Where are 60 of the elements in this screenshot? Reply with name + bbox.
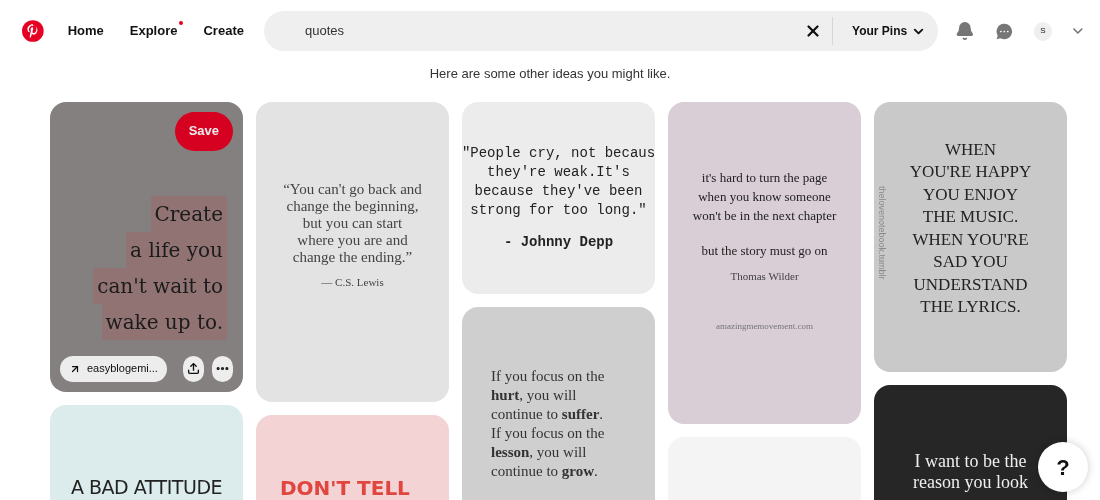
quote-author: - Johnny Depp — [503, 232, 614, 252]
quote-line: If you focus on the — [491, 423, 605, 443]
quote-line: “You can't go back and — [283, 180, 422, 198]
quote-author: Thomas Wilder — [730, 268, 799, 284]
search-field[interactable]: quotes Your Pins — [263, 11, 939, 51]
share-button[interactable] — [182, 355, 204, 382]
quote-line: strong for too long." — [469, 200, 648, 220]
help-button[interactable]: ? — [1038, 442, 1088, 492]
quote-line: A BAD ATTITUDE — [70, 474, 223, 500]
pin-card[interactable]: WHEN YOU'RE HAPPY YOU ENJOY THE MUSIC. WHEN YOU'RE SAD YOU UNDERSTAND THE LYRICS. thelovenotebook.tumblr — [874, 101, 1067, 372]
pin-card[interactable]: “You can't go back and change the beginning, but you can start where you are and change the ending.” — C.S. Lewis — [256, 101, 449, 402]
quote-line: change the beginning, — [285, 197, 420, 215]
quote-line: DON'T TELL — [280, 474, 410, 500]
pin-card[interactable]: Save Create a life you can't wait to wake up to. easyblogemi... — [50, 101, 243, 392]
message-text: Here are some other ideas you might like. — [428, 65, 672, 83]
quote-line: but the story must go on — [701, 241, 828, 260]
quote-line: hurt, you will — [491, 385, 578, 405]
pin-card[interactable]: If you focus on the hurt, you will continue to suffer. If you focus on the lesson, you will continue to grow. — [462, 306, 655, 500]
quote-line: WHEN — [944, 138, 997, 161]
quote-line: change the ending.” — [291, 248, 414, 266]
quote-line: YOU ENJOY — [922, 183, 1019, 206]
share-icon — [186, 362, 200, 375]
scope-dropdown[interactable]: Your Pins — [852, 22, 927, 40]
quote-line: If you focus on the — [491, 366, 605, 386]
quote-line: WHEN YOU'RE — [911, 228, 1030, 251]
quote-author: — C.S. Lewis — [321, 274, 384, 290]
quote-line: I want to be the — [913, 450, 1028, 472]
quote-line: they're weak.It's — [486, 162, 631, 182]
quote-line: lesson, you will — [491, 442, 588, 462]
quote-line: but you can start — [301, 214, 404, 232]
link-chip[interactable]: easyblogemi... — [60, 355, 167, 382]
quote-line: THE MUSIC. — [921, 206, 1020, 228]
avatar[interactable]: S — [1033, 21, 1053, 41]
quote-line: continue to suffer. — [491, 404, 605, 424]
quote-line: when you know someone — [697, 187, 832, 206]
save-button[interactable]: Save — [174, 111, 233, 151]
quote-line: where you are and — [296, 231, 409, 249]
search-value: quotes — [304, 22, 345, 41]
source-text: amazingmemovement.com — [715, 320, 814, 333]
nav-link[interactable]: Home — [67, 21, 104, 41]
nav-link[interactable]: Explore — [129, 21, 178, 41]
logo-icon[interactable] — [22, 20, 44, 42]
quote-line: THE LYRICS. — [919, 296, 1022, 318]
quote-line: SAD YOU — [932, 251, 1009, 273]
quote-line: YOU'RE HAPPY — [909, 161, 1032, 183]
more-button[interactable] — [211, 355, 233, 382]
quote-line: UNDERSTAND — [912, 273, 1029, 296]
quote-line: "People cry, not becaus — [462, 143, 655, 163]
bell-icon[interactable] — [955, 21, 975, 41]
pin-card[interactable]: A BAD ATTITUDE — [50, 404, 243, 500]
chat-icon[interactable] — [993, 20, 1015, 42]
quote-line: it's hard to turn the page — [700, 168, 829, 187]
quote-line: continue to grow. — [491, 461, 599, 481]
source-text: thelovenotebook.tumblr — [875, 185, 888, 280]
quote-line: won't be in the next chapter — [692, 206, 837, 225]
quote-line: because they've been — [473, 181, 644, 201]
pin-card[interactable]: "People cry, not becaus they're weak.It's because they've been strong for too long." - Johnny Depp — [462, 101, 655, 294]
nav-link[interactable]: Create — [203, 21, 244, 41]
pin-card[interactable]: it's hard to turn the page when you know someone won't be in the next chapter but the story must go on Thomas Wilder amazingmemovement.com — [668, 101, 861, 424]
quote-line: reason you look — [913, 471, 1028, 493]
